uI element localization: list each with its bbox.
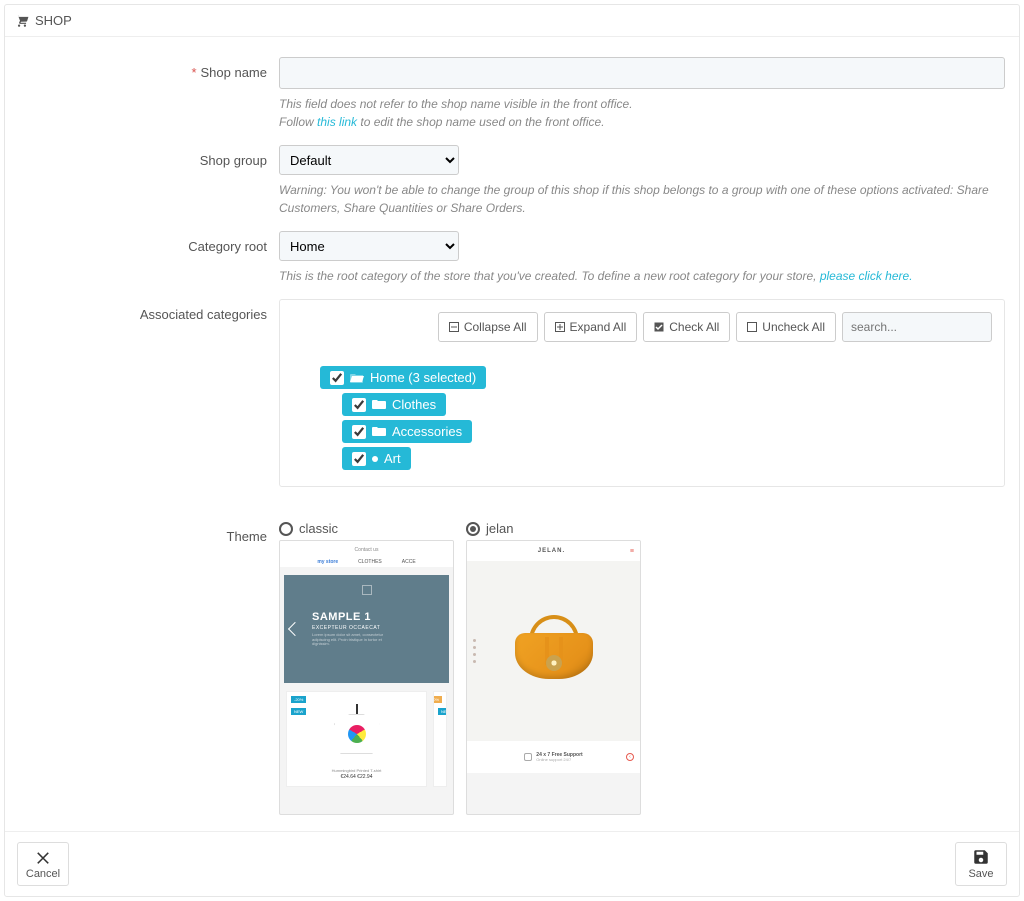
- banner-deco-icon: [362, 585, 372, 595]
- label-category-root: Category root: [19, 231, 279, 254]
- theme-thumb-jelan[interactable]: JELAN. ≡: [466, 540, 641, 815]
- label-shop-name: *Shop name: [19, 57, 279, 80]
- collapse-all-button[interactable]: Collapse All: [438, 312, 538, 342]
- row-shop-group: Shop group Default: [19, 145, 1005, 175]
- help-shop-group: Warning: You won't be able to change the…: [279, 181, 1005, 217]
- theme-options: classic Contact us my store CLOTHES ACCE: [279, 521, 1005, 815]
- tree-checkbox[interactable]: [330, 371, 344, 385]
- category-root-select[interactable]: Home: [279, 231, 459, 261]
- save-icon: [972, 848, 990, 866]
- folder-icon: [372, 399, 386, 410]
- shop-group-select[interactable]: Default: [279, 145, 459, 175]
- save-button[interactable]: Save: [955, 842, 1007, 886]
- category-root-link[interactable]: please click here.: [820, 269, 913, 283]
- close-icon: [34, 848, 52, 866]
- radio-icon: [466, 522, 480, 536]
- chevron-left-icon: [288, 622, 302, 636]
- cancel-button[interactable]: Cancel: [17, 842, 69, 886]
- menu-icon: ≡: [630, 548, 634, 555]
- row-shop-name: *Shop name: [19, 57, 1005, 89]
- theme-thumb-classic[interactable]: Contact us my store CLOTHES ACCE: [279, 540, 454, 815]
- support-icon: [524, 753, 532, 761]
- collapse-icon: [449, 322, 459, 332]
- panel-footer: Cancel Save: [5, 831, 1019, 896]
- shop-panel: SHOP *Shop name This field does not refe…: [4, 4, 1020, 897]
- uncheck-all-button[interactable]: Uncheck All: [736, 312, 836, 342]
- theme-radio-jelan[interactable]: jelan: [466, 521, 641, 536]
- tree-checkbox[interactable]: [352, 425, 366, 439]
- tree-node-clothes[interactable]: Clothes: [342, 393, 446, 416]
- row-category-root: Category root Home: [19, 231, 1005, 261]
- check-icon: [654, 322, 664, 332]
- panel-body: *Shop name This field does not refer to …: [5, 37, 1019, 831]
- check-all-button[interactable]: Check All: [643, 312, 730, 342]
- theme-radio-classic[interactable]: classic: [279, 521, 454, 536]
- category-tree: Home (3 selected) Clothes: [292, 366, 992, 474]
- theme-option-classic: classic Contact us my store CLOTHES ACCE: [279, 521, 454, 815]
- tree-node-art[interactable]: Art: [342, 447, 411, 470]
- shop-name-help-link[interactable]: this link: [317, 115, 357, 129]
- help-category-root: This is the root category of the store t…: [279, 267, 1005, 285]
- help-shop-name: This field does not refer to the shop na…: [279, 95, 1005, 131]
- row-theme: Theme classic Contact us my store: [19, 521, 1005, 815]
- uncheck-icon: [747, 322, 757, 332]
- categories-toolbar: Collapse All Expand All Check All U: [292, 312, 992, 342]
- label-associated-categories: Associated categories: [19, 299, 279, 322]
- label-shop-group: Shop group: [19, 145, 279, 168]
- theme-option-jelan: jelan JELAN. ≡: [466, 521, 641, 815]
- tree-node-home[interactable]: Home (3 selected): [320, 366, 486, 389]
- row-associated-categories: Associated categories Collapse All Expan…: [19, 299, 1005, 487]
- carousel-dots-icon: [473, 639, 476, 663]
- expand-all-button[interactable]: Expand All: [544, 312, 638, 342]
- cart-icon: [15, 14, 29, 28]
- panel-header: SHOP: [5, 5, 1019, 37]
- categories-panel: Collapse All Expand All Check All U: [279, 299, 1005, 487]
- product-handbag-icon: [509, 615, 599, 687]
- alert-icon: ‹: [626, 753, 634, 761]
- tree-checkbox[interactable]: [352, 452, 366, 466]
- shop-name-input[interactable]: [279, 57, 1005, 89]
- required-star: *: [191, 65, 196, 80]
- folder-open-icon: [350, 372, 364, 383]
- folder-icon: [372, 426, 386, 437]
- tree-node-accessories[interactable]: Accessories: [342, 420, 472, 443]
- panel-title: SHOP: [35, 13, 72, 28]
- label-theme: Theme: [19, 521, 279, 544]
- categories-search-input[interactable]: [842, 312, 992, 342]
- expand-icon: [555, 322, 565, 332]
- leaf-dot-icon: [372, 456, 378, 462]
- tree-checkbox[interactable]: [352, 398, 366, 412]
- radio-icon: [279, 522, 293, 536]
